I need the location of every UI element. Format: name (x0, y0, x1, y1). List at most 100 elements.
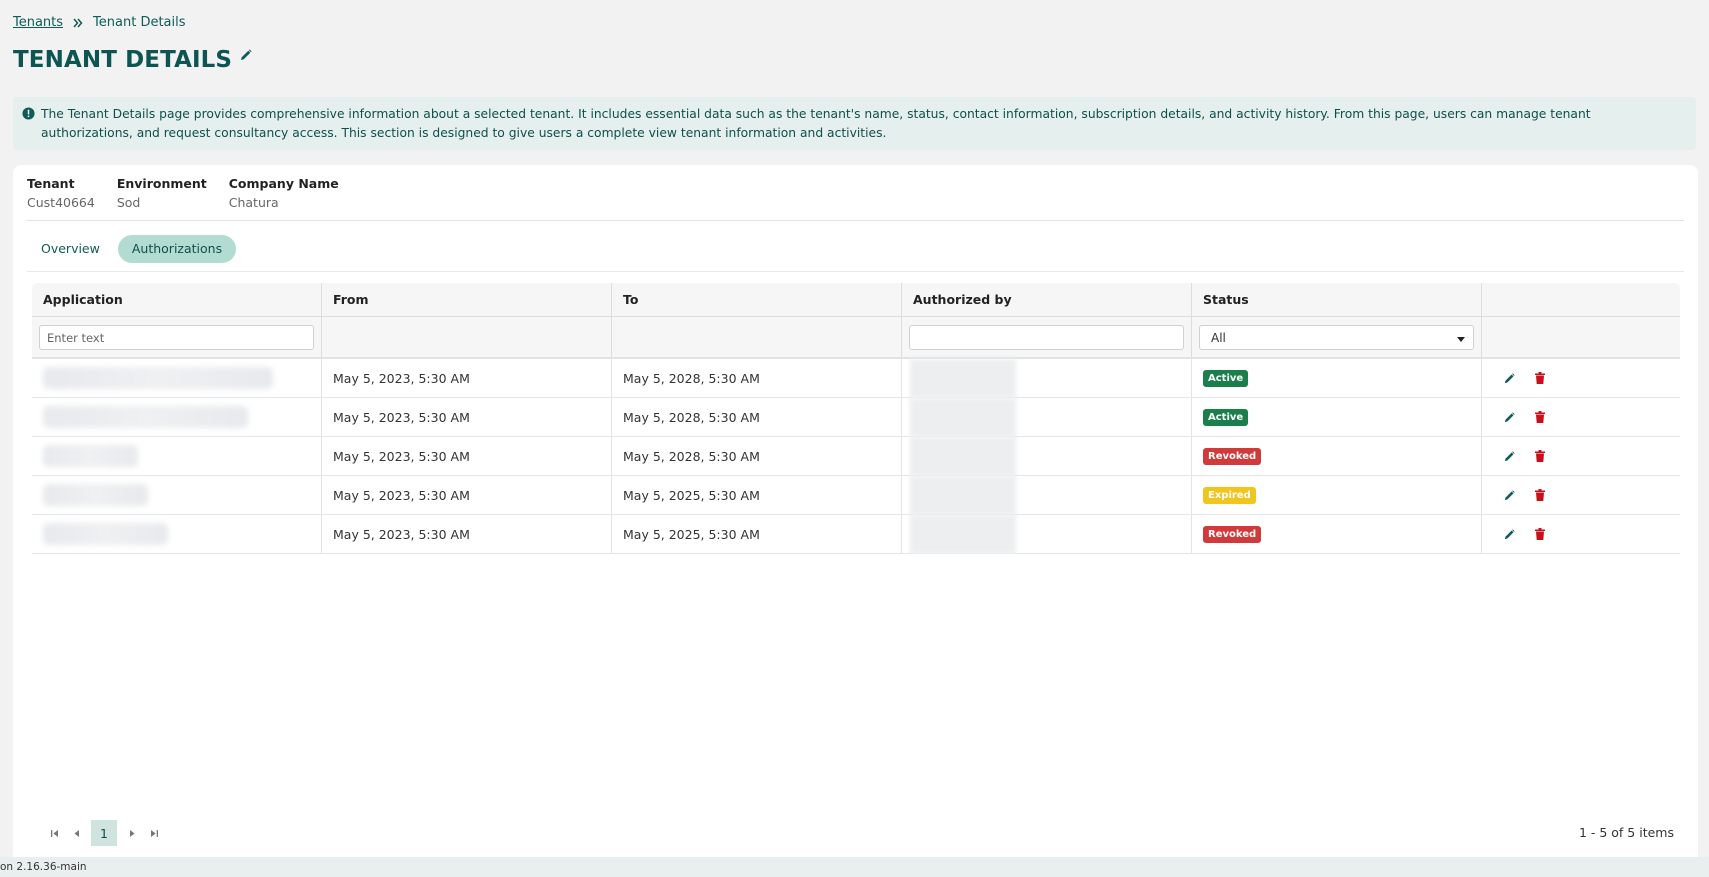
pagination-summary: 1 - 5 of 5 items (1578, 825, 1674, 840)
status-filter-value: All (1211, 330, 1226, 345)
cell-authorized-by (902, 358, 1192, 398)
redacted-application-name (43, 484, 148, 506)
column-header-from[interactable]: From (322, 283, 612, 316)
cell-status: Revoked (1192, 515, 1482, 553)
last-page-button[interactable] (143, 820, 165, 846)
redacted-application-name (43, 445, 138, 467)
edit-pencil-icon[interactable] (1504, 528, 1515, 540)
cell-to: May 5, 2028, 5:30 AM (612, 359, 902, 397)
edit-title-pencil-icon[interactable] (240, 49, 252, 61)
last-page-icon (150, 829, 158, 837)
page-header: TENANT DETAILS (13, 47, 252, 73)
cell-authorized-by (902, 397, 1192, 437)
edit-pencil-icon[interactable] (1504, 489, 1515, 501)
pagination: 1 (43, 820, 165, 846)
cell-actions (1482, 437, 1680, 475)
column-header-application[interactable]: Application (32, 283, 322, 316)
status-badge: Active (1203, 369, 1249, 387)
next-page-icon (129, 829, 134, 837)
first-page-button[interactable] (43, 820, 65, 846)
next-page-button[interactable] (121, 820, 143, 846)
caret-down-icon (1457, 331, 1465, 345)
cell-to: May 5, 2028, 5:30 AM (612, 437, 902, 475)
cell-to: May 5, 2025, 5:30 AM (612, 476, 902, 514)
table-row[interactable]: May 5, 2023, 5:30 AM May 5, 2028, 5:30 AM… (32, 397, 1680, 437)
filter-cell-application (32, 317, 322, 357)
cell-to: May 5, 2028, 5:30 AM (612, 398, 902, 436)
trash-icon[interactable] (1535, 528, 1545, 540)
cell-actions (1482, 515, 1680, 553)
meta-label: Environment (116, 176, 207, 191)
filter-cell-to (612, 317, 902, 357)
cell-to: May 5, 2025, 5:30 AM (612, 515, 902, 553)
cell-status: Expired (1192, 476, 1482, 514)
info-circle-icon (22, 107, 35, 150)
cell-actions (1482, 398, 1680, 436)
authorizations-table: Application From To Authorized by Status… (32, 283, 1680, 554)
trash-icon[interactable] (1535, 372, 1545, 384)
redacted-authorizer (910, 475, 1016, 515)
table-row[interactable]: May 5, 2023, 5:30 AM May 5, 2025, 5:30 AM… (32, 514, 1680, 554)
prev-page-button[interactable] (65, 820, 87, 846)
breadcrumb: Tenants Tenant Details (13, 15, 186, 30)
cell-status: Active (1192, 359, 1482, 397)
tenant-details-card: Tenant Cust40664 Environment Sod Company… (13, 165, 1698, 877)
status-badge: Revoked (1203, 447, 1262, 465)
redacted-authorizer (910, 514, 1016, 554)
trash-icon[interactable] (1535, 489, 1545, 501)
trash-icon[interactable] (1535, 450, 1545, 462)
column-header-actions (1482, 283, 1680, 316)
tab-overview[interactable]: Overview (27, 235, 114, 263)
version-text: on 2.16.36-main (0, 861, 87, 873)
redacted-application-name (43, 367, 273, 389)
column-header-authorized-by[interactable]: Authorized by (902, 283, 1192, 316)
breadcrumb-link-tenants[interactable]: Tenants (13, 15, 63, 30)
cell-application (32, 437, 322, 475)
redacted-authorizer (910, 436, 1016, 476)
edit-pencil-icon[interactable] (1504, 450, 1515, 462)
prev-page-icon (74, 829, 79, 837)
divider (27, 220, 1684, 221)
meta-value: Cust40664 (27, 195, 95, 210)
table-body: May 5, 2023, 5:30 AM May 5, 2028, 5:30 AM… (32, 358, 1680, 554)
authorized-by-filter-input[interactable] (909, 325, 1184, 350)
cell-application (32, 398, 322, 436)
cell-status: Active (1192, 398, 1482, 436)
meta-company-name: Company Name Chatura (229, 175, 339, 213)
tab-bar: Overview Authorizations (27, 235, 240, 263)
cell-application (32, 515, 322, 553)
first-page-icon (50, 829, 58, 837)
edit-pencil-icon[interactable] (1504, 372, 1515, 384)
breadcrumb-current: Tenant Details (93, 15, 186, 30)
status-filter-select[interactable]: All (1199, 325, 1474, 350)
cell-authorized-by (902, 436, 1192, 476)
double-chevron-right-icon (73, 18, 83, 28)
meta-tenant: Tenant Cust40664 (27, 175, 95, 213)
page-title: TENANT DETAILS (13, 47, 233, 73)
status-badge: Expired (1203, 486, 1256, 504)
cell-from: May 5, 2023, 5:30 AM (322, 437, 612, 475)
meta-value: Chatura (228, 195, 279, 210)
cell-application (32, 359, 322, 397)
edit-pencil-icon[interactable] (1504, 411, 1515, 423)
table-row[interactable]: May 5, 2023, 5:30 AM May 5, 2028, 5:30 AM… (32, 436, 1680, 476)
table-row[interactable]: May 5, 2023, 5:30 AM May 5, 2028, 5:30 AM… (32, 358, 1680, 398)
column-header-to[interactable]: To (612, 283, 902, 316)
version-footer: on 2.16.36-main (0, 857, 1709, 877)
table-row[interactable]: May 5, 2023, 5:30 AM May 5, 2025, 5:30 AM… (32, 475, 1680, 515)
column-header-status[interactable]: Status (1192, 283, 1482, 316)
table-filter-row: All (32, 317, 1680, 359)
status-badge: Active (1203, 408, 1249, 426)
cell-from: May 5, 2023, 5:30 AM (322, 398, 612, 436)
tab-authorizations[interactable]: Authorizations (117, 235, 237, 263)
cell-authorized-by (902, 514, 1192, 554)
page-number-button[interactable]: 1 (91, 820, 117, 846)
redacted-application-name (43, 523, 168, 545)
info-banner-text: The Tenant Details page provides compreh… (41, 107, 1591, 140)
trash-icon[interactable] (1535, 411, 1545, 423)
application-filter-input[interactable] (39, 325, 314, 350)
table-header-row: Application From To Authorized by Status (32, 283, 1680, 317)
cell-application (32, 476, 322, 514)
cell-actions (1482, 476, 1680, 514)
divider (27, 271, 1684, 272)
